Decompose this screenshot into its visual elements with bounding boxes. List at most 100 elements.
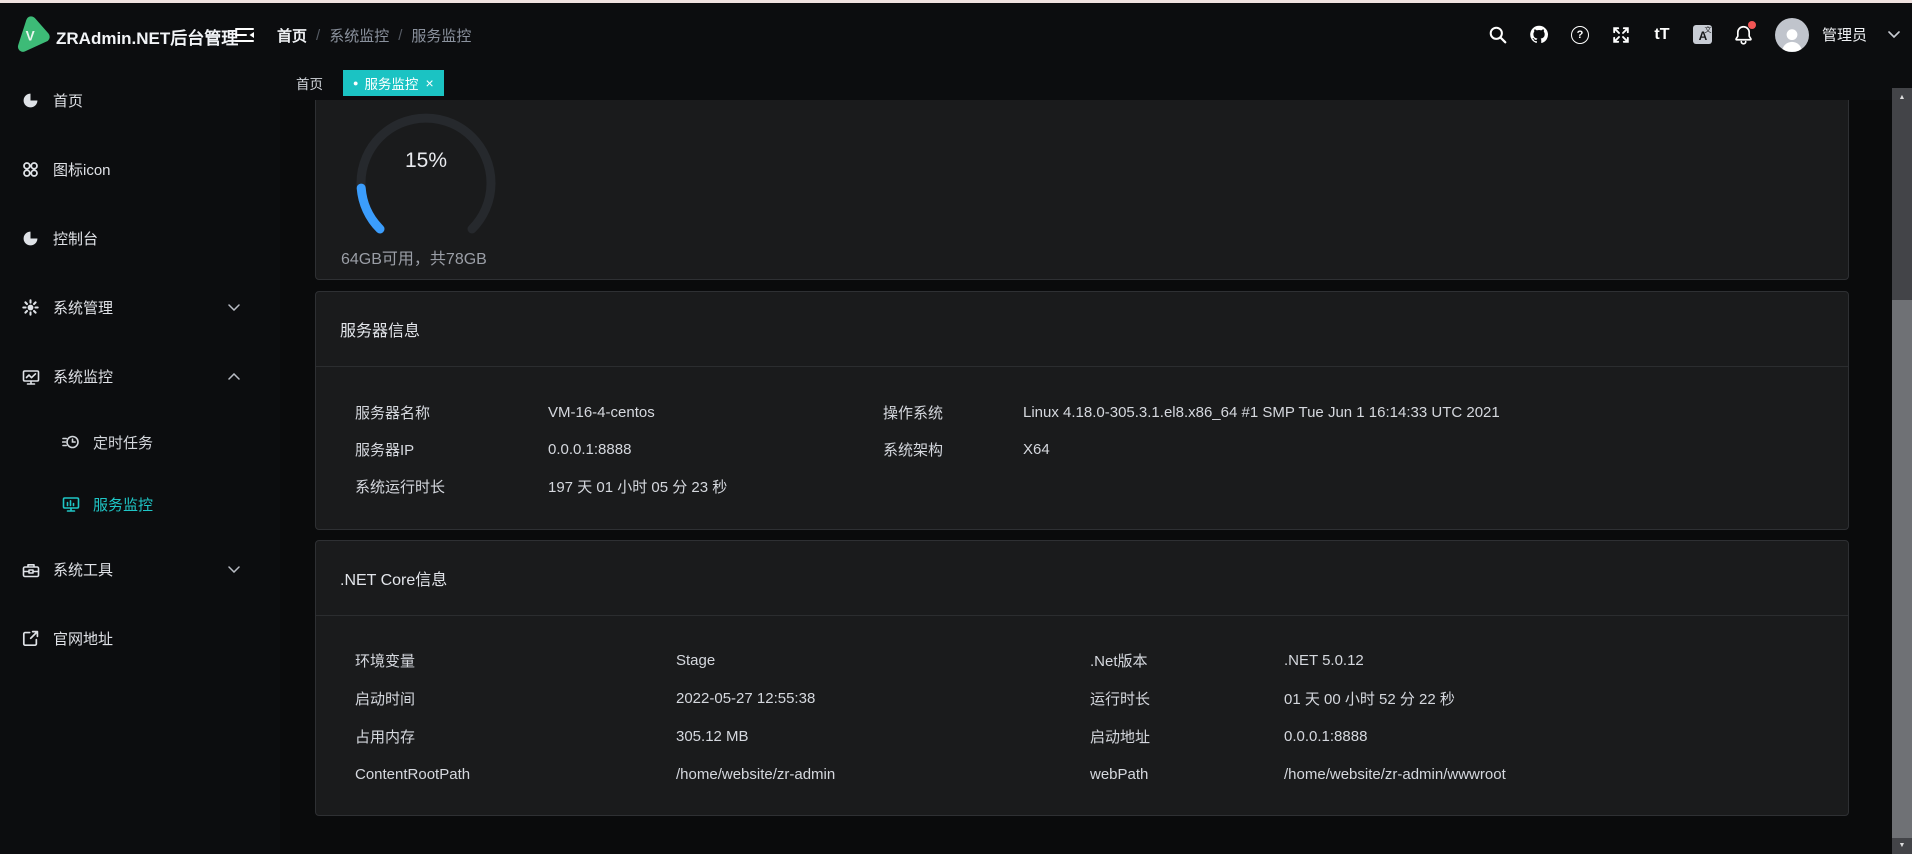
sidebar-item-official-site[interactable]: 官网地址 <box>0 604 280 673</box>
field-value: Linux 4.18.0-305.3.1.el8.x86_64 #1 SMP T… <box>1023 394 1848 431</box>
monitor-chart-icon <box>22 368 40 386</box>
external-link-icon <box>22 630 40 648</box>
font-size-button[interactable]: tT <box>1652 25 1672 45</box>
field-label: 启动地址 <box>1090 717 1284 755</box>
field-label: 环境变量 <box>355 641 676 679</box>
field-label: 运行时长 <box>1090 679 1284 717</box>
breadcrumb-home[interactable]: 首页 <box>277 25 307 46</box>
sidebar-item-label: 首页 <box>53 90 83 111</box>
app-title: ZRAdmin.NET后台管理 <box>56 24 238 49</box>
avatar[interactable] <box>1775 18 1809 52</box>
field-empty <box>883 468 1023 505</box>
field-label: 启动时间 <box>355 679 676 717</box>
chevron-down-icon <box>228 304 240 311</box>
sidebar-item-home[interactable]: 首页 <box>0 66 280 135</box>
sidebar-item-scheduled-tasks[interactable]: 定时任务 <box>0 411 280 473</box>
field-label: .Net版本 <box>1090 641 1284 679</box>
help-glyph: ? <box>1577 29 1584 41</box>
field-value: VM-16-4-centos <box>548 394 883 431</box>
field-label: 系统架构 <box>883 431 1023 468</box>
translate-icon: A 文 <box>1693 25 1712 44</box>
search-icon <box>1488 25 1508 45</box>
sidebar-item-service-monitor[interactable]: 服务监控 <box>0 473 280 535</box>
chevron-down-icon <box>228 566 240 573</box>
sidebar-item-system-admin[interactable]: 系统管理 <box>0 273 280 342</box>
tags-view-bar: 首页 ● 服务监控 × <box>280 66 1912 100</box>
sidebar-item-label: 控制台 <box>53 228 98 249</box>
field-value: 01 天 00 小时 52 分 22 秒 <box>1284 679 1848 717</box>
disk-gauge-card: 15% 64GB可用，共78GB <box>315 100 1849 280</box>
translate-button[interactable]: A 文 <box>1693 25 1713 45</box>
field-label: webPath <box>1090 755 1284 793</box>
page-content: 15% 64GB可用，共78GB 服务器信息 服务器名称 VM-16-4-cen… <box>280 100 1912 854</box>
field-value: 197 天 01 小时 05 分 23 秒 <box>548 468 883 505</box>
scrollbar-thumb[interactable] <box>1892 300 1912 838</box>
scroll-up-icon[interactable]: ▲ <box>1892 90 1912 104</box>
dashboard-icon <box>22 92 40 110</box>
sidebar-item-label: 系统监控 <box>53 366 113 387</box>
dashboard-icon <box>22 230 40 248</box>
app-header: V ZRAdmin.NET后台管理 首页 / 系统监控 / 服务监控 <box>0 3 1912 66</box>
font-size-icon: tT <box>1654 26 1669 44</box>
field-label: 占用内存 <box>355 717 676 755</box>
breadcrumb-system-monitor[interactable]: 系统监控 <box>329 25 389 46</box>
server-monitor-icon <box>62 495 80 513</box>
field-value: 0.0.0.1:8888 <box>1284 717 1848 755</box>
field-value: 2022-05-27 12:55:38 <box>676 679 1090 717</box>
sidebar-fold-button[interactable] <box>234 25 256 45</box>
field-label: 操作系统 <box>883 394 1023 431</box>
field-label: ContentRootPath <box>355 755 676 793</box>
help-button[interactable]: ? <box>1570 25 1590 45</box>
tab-home[interactable]: 首页 <box>296 73 323 93</box>
svg-text:V: V <box>26 28 35 43</box>
user-icon <box>1777 26 1807 52</box>
notification-badge <box>1748 21 1756 29</box>
sidebar-item-label: 服务监控 <box>93 494 153 515</box>
server-info-grid: 服务器名称 VM-16-4-centos 操作系统 Linux 4.18.0-3… <box>316 367 1848 505</box>
tab-service-monitor[interactable]: ● 服务监控 × <box>343 70 444 96</box>
card-title: 服务器信息 <box>316 292 1848 366</box>
header-actions: ? tT A 文 <box>1488 3 1900 66</box>
fullscreen-button[interactable] <box>1611 25 1631 45</box>
field-empty <box>1023 468 1848 505</box>
sidebar-item-system-tools[interactable]: 系统工具 <box>0 535 280 604</box>
github-button[interactable] <box>1529 25 1549 45</box>
breadcrumb-separator: / <box>316 27 320 44</box>
fullscreen-icon <box>1611 25 1631 45</box>
translate-sub-glyph: 文 <box>1704 25 1711 35</box>
close-icon[interactable]: × <box>425 76 433 90</box>
icons-grid-icon <box>22 161 40 179</box>
notification-button[interactable] <box>1734 25 1754 45</box>
sidebar: 首页 图标icon 控制台 系统管理 <box>0 66 280 854</box>
sidebar-item-label: 定时任务 <box>93 432 153 453</box>
active-dot-icon: ● <box>353 79 358 88</box>
sidebar-item-icons[interactable]: 图标icon <box>0 135 280 204</box>
card-title: .NET Core信息 <box>316 541 1848 615</box>
chevron-up-icon <box>228 373 240 380</box>
window-top-strip <box>0 0 1912 3</box>
sidebar-item-label: 官网地址 <box>53 628 113 649</box>
chevron-down-icon[interactable] <box>1888 31 1900 39</box>
sidebar-item-system-monitor[interactable]: 系统监控 <box>0 342 280 411</box>
field-value: /home/website/zr-admin <box>676 755 1090 793</box>
vertical-scrollbar[interactable]: ▲ ▼ <box>1892 88 1912 854</box>
search-button[interactable] <box>1488 25 1508 45</box>
field-value: /home/website/zr-admin/wwwroot <box>1284 755 1848 793</box>
github-icon <box>1529 24 1549 45</box>
sidebar-item-label: 系统管理 <box>53 297 113 318</box>
user-name[interactable]: 管理员 <box>1822 24 1867 45</box>
main-area: 首页 ● 服务监控 × 15% 64GB可用，共78GB 服务器信息 服务器名称… <box>280 66 1912 854</box>
logo-triangle-icon: V <box>12 14 52 56</box>
breadcrumb-separator: / <box>398 27 402 44</box>
fold-menu-icon <box>234 25 256 45</box>
field-value: .NET 5.0.12 <box>1284 641 1848 679</box>
gauge-caption: 64GB可用，共78GB <box>341 245 487 269</box>
breadcrumb: 首页 / 系统监控 / 服务监控 <box>277 25 471 46</box>
app-logo[interactable]: V <box>12 14 52 56</box>
field-label: 服务器IP <box>355 431 548 468</box>
scroll-down-icon[interactable]: ▼ <box>1892 838 1912 852</box>
sidebar-item-console[interactable]: 控制台 <box>0 204 280 273</box>
field-value: 0.0.0.1:8888 <box>548 431 883 468</box>
netcore-info-grid: 环境变量 Stage .Net版本 .NET 5.0.12 启动时间 2022-… <box>316 616 1848 793</box>
help-icon: ? <box>1571 26 1589 44</box>
